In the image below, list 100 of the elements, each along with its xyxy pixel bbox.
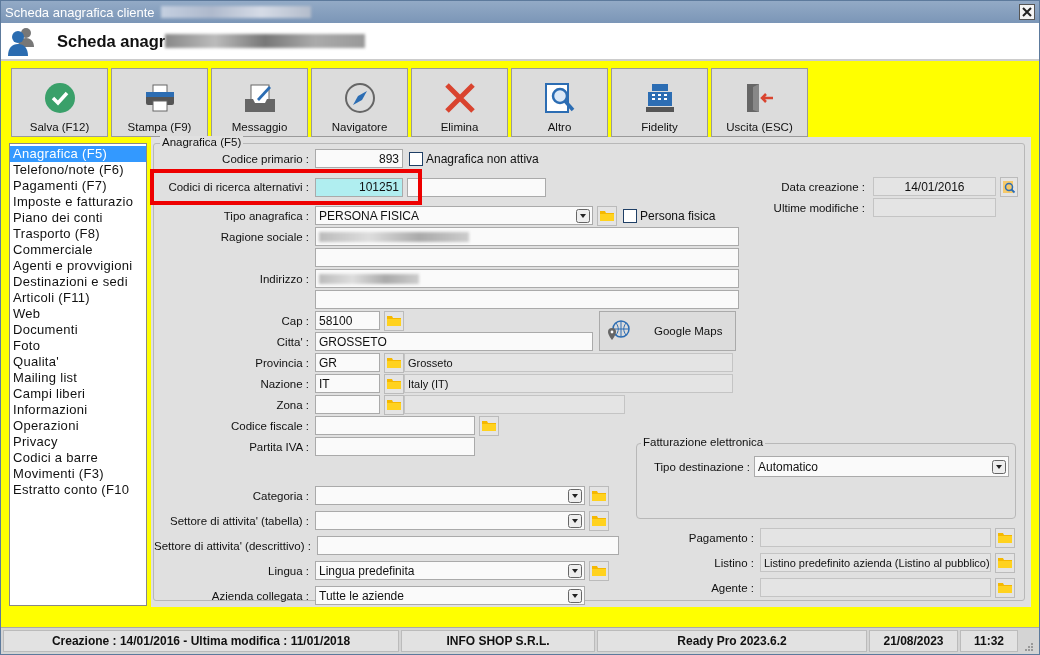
- caret-icon: [568, 488, 582, 503]
- section-item[interactable]: Codici a barre: [10, 450, 146, 466]
- window-title: Scheda anagrafica cliente: [5, 4, 155, 20]
- field-label: Tipo anagrafica :: [222, 209, 309, 222]
- folder-button[interactable]: [597, 205, 617, 226]
- section-item[interactable]: Privacy: [10, 434, 146, 450]
- section-item[interactable]: Campi liberi: [10, 386, 146, 402]
- section-item[interactable]: Foto: [10, 338, 146, 354]
- description-field: Italy (IT): [404, 374, 733, 393]
- section-item[interactable]: Informazioni: [10, 402, 146, 418]
- section-item[interactable]: Telefono/note (F6): [10, 162, 146, 178]
- text-field[interactable]: [407, 177, 546, 197]
- text-field[interactable]: [315, 437, 475, 456]
- toolbar-button[interactable]: Elimina: [411, 68, 508, 137]
- section-item[interactable]: Trasporto (F8): [10, 226, 146, 242]
- field-label: Settore di attivita' (tabella) :: [169, 514, 309, 527]
- folder-icon: [387, 357, 401, 368]
- caret-icon: [568, 563, 582, 578]
- folder-button[interactable]: [384, 310, 404, 331]
- folder-button[interactable]: [384, 373, 404, 394]
- folder-icon: [482, 420, 496, 431]
- checkbox[interactable]: [409, 151, 423, 166]
- status-cell: Creazione : 14/01/2016 - Ultima modifica : 11/01/2018: [3, 630, 399, 652]
- text-field[interactable]: 101251: [315, 177, 403, 197]
- checkbox[interactable]: [623, 208, 637, 223]
- section-item[interactable]: Articoli (F11): [10, 290, 146, 306]
- toolbar-button[interactable]: Fidelity: [611, 68, 708, 137]
- section-item[interactable]: Destinazioni e sedi: [10, 274, 146, 290]
- text-field[interactable]: [315, 269, 739, 288]
- text-field[interactable]: GROSSETO: [315, 332, 593, 351]
- text-field[interactable]: [315, 395, 380, 414]
- description-field: Grosseto: [404, 353, 733, 372]
- dropdown[interactable]: [315, 511, 585, 530]
- folder-button[interactable]: [589, 485, 609, 506]
- magnifier-icon: [1002, 179, 1016, 194]
- dropdown[interactable]: Lingua predefinita: [315, 561, 585, 580]
- toolbar-button[interactable]: Altro: [511, 68, 608, 137]
- caret-icon: [992, 459, 1006, 474]
- text-field[interactable]: IT: [315, 374, 380, 393]
- field-label: Citta' :: [275, 335, 309, 348]
- text-field[interactable]: [315, 248, 739, 267]
- text-field[interactable]: 58100: [315, 311, 380, 330]
- toolbar-button[interactable]: Navigatore: [311, 68, 408, 137]
- folder-button[interactable]: [995, 552, 1015, 573]
- section-item[interactable]: Documenti: [10, 322, 146, 338]
- lookup-button[interactable]: [1000, 176, 1018, 197]
- folder-button[interactable]: [995, 527, 1015, 548]
- text-field[interactable]: [316, 536, 619, 555]
- section-item[interactable]: Qualita': [10, 354, 146, 370]
- field-label: Listino :: [713, 556, 754, 569]
- section-item[interactable]: Movimenti (F3): [10, 466, 146, 482]
- date-field: 14/01/2016: [873, 177, 996, 196]
- close-icon: [1022, 7, 1032, 17]
- toolbar-button[interactable]: Stampa (F9): [111, 68, 208, 137]
- folder-button[interactable]: [479, 415, 499, 436]
- folder-button[interactable]: [384, 352, 404, 373]
- section-item[interactable]: Web: [10, 306, 146, 322]
- google-maps-button[interactable]: Google Maps: [599, 311, 736, 351]
- section-item[interactable]: Pagamenti (F7): [10, 178, 146, 194]
- folder-button[interactable]: [589, 510, 609, 531]
- section-item[interactable]: Operazioni: [10, 418, 146, 434]
- text-field[interactable]: [315, 227, 739, 246]
- folder-button[interactable]: [995, 577, 1015, 598]
- form-heading: Scheda anagr: [57, 31, 166, 51]
- field-label: Lingua :: [267, 564, 309, 577]
- dropdown[interactable]: [315, 486, 585, 505]
- inbox-pen-icon: [242, 81, 277, 115]
- dropdown[interactable]: Automatico: [754, 456, 1009, 477]
- section-item[interactable]: Mailing list: [10, 370, 146, 386]
- field-label: Tipo destinazione :: [652, 460, 750, 473]
- text-field[interactable]: [315, 290, 739, 309]
- section-item[interactable]: Agenti e provvigioni: [10, 258, 146, 274]
- dropdown[interactable]: PERSONA FISICA: [315, 206, 593, 225]
- toolbar-button[interactable]: Messaggio: [211, 68, 308, 137]
- folder-button[interactable]: [384, 394, 404, 415]
- text-field[interactable]: [315, 416, 475, 435]
- folder-icon: [592, 515, 606, 526]
- close-button[interactable]: [1019, 4, 1035, 20]
- text-field[interactable]: 893: [315, 149, 403, 168]
- checkmark-icon: [42, 81, 77, 115]
- section-item[interactable]: Piano dei conti: [10, 210, 146, 226]
- section-item[interactable]: Commerciale: [10, 242, 146, 258]
- checkbox-label: Anagrafica non attiva: [426, 151, 539, 166]
- field-label: Settore di attivita' (descrittivo) :: [154, 539, 311, 552]
- section-item[interactable]: Estratto conto (F10: [10, 482, 146, 498]
- field-label: Partita IVA :: [248, 440, 309, 453]
- toolbar-button[interactable]: Uscita (ESC): [711, 68, 808, 137]
- folder-icon: [592, 490, 606, 501]
- text-field[interactable]: GR: [315, 353, 380, 372]
- field-label: Zona :: [275, 398, 309, 411]
- field-label: Categoria :: [251, 489, 309, 502]
- folder-button[interactable]: [589, 560, 609, 581]
- field-label: Indirizzo :: [258, 272, 309, 285]
- status-cell: Ready Pro 2023.6.2: [597, 630, 867, 652]
- field-label: Agente :: [710, 581, 754, 594]
- folder-icon: [998, 582, 1012, 593]
- status-cell: INFO SHOP S.R.L.: [401, 630, 595, 652]
- dropdown[interactable]: Tutte le aziende: [315, 586, 585, 605]
- section-item[interactable]: Imposte e fatturazio: [10, 194, 146, 210]
- toolbar-button[interactable]: Salva (F12): [11, 68, 108, 137]
